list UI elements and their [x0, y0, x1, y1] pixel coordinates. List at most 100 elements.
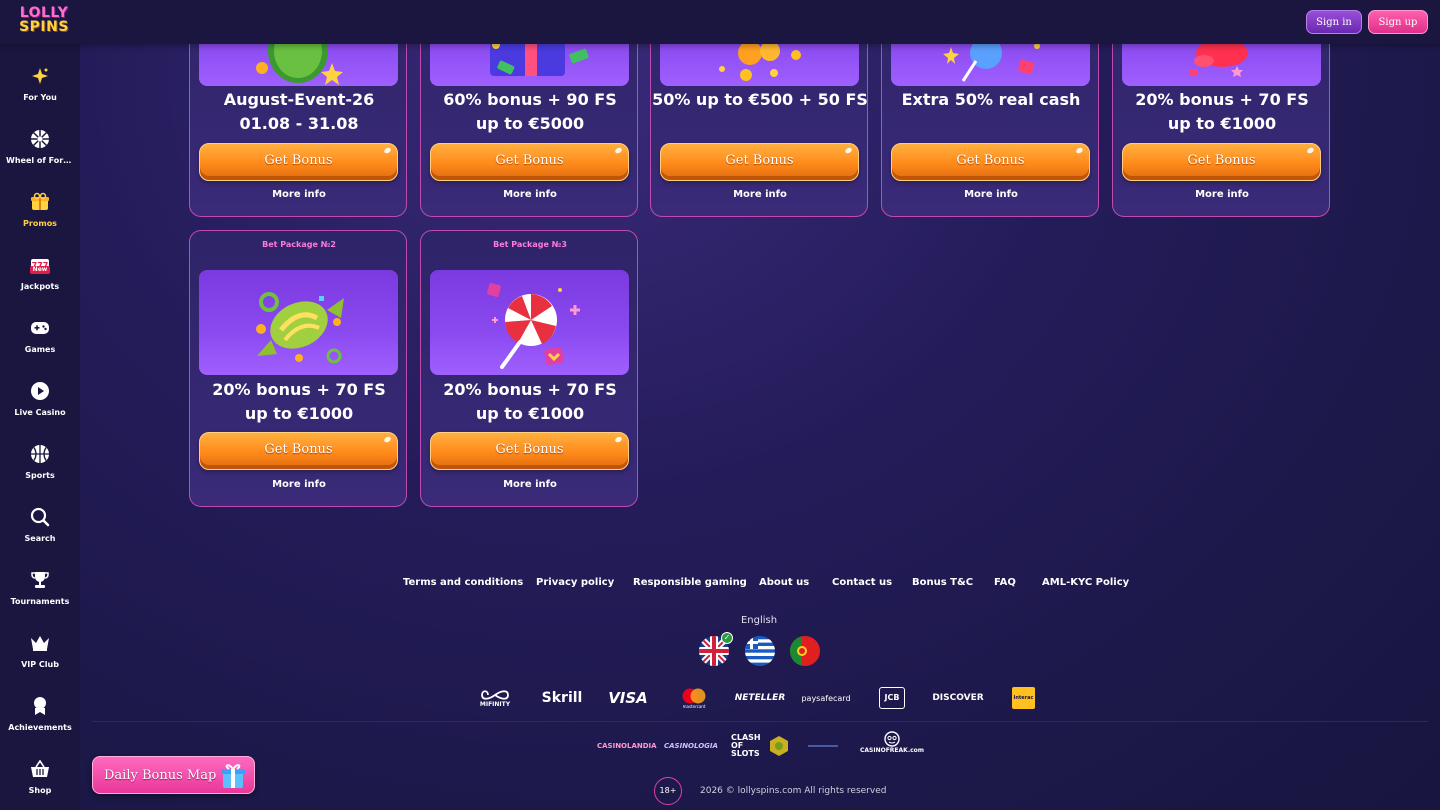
gift-icon	[30, 192, 50, 212]
current-language: English	[740, 615, 778, 626]
payment-jcb: JCB	[876, 685, 908, 711]
promo-category: Bet Package №2	[262, 240, 336, 249]
partner-clash-of-slots[interactable]: CLASH OF SLOTS	[731, 733, 791, 759]
site-logo[interactable]: LOLLY SPINS	[14, 6, 74, 38]
logo-line-2: SPINS	[19, 19, 69, 35]
footer-link-contact[interactable]: Contact us	[832, 577, 892, 588]
sidebar-item-achievements[interactable]: Achievements	[0, 696, 80, 752]
sidebar-label: VIP Club	[21, 660, 59, 669]
get-bonus-button[interactable]: Get Bonus	[199, 432, 398, 470]
partner-label: CASINOFREAK.com	[859, 747, 925, 754]
partner-casinolandia[interactable]: CASINOLANDIA	[597, 733, 657, 759]
footer-link-bonus-tc[interactable]: Bonus T&C	[912, 577, 973, 588]
sidebar-label: Sports	[25, 471, 55, 480]
promo-image-wrapped-candy	[199, 270, 398, 375]
selected-check-icon: ✓	[721, 632, 733, 644]
promo-image-swirl-lollipop	[430, 270, 629, 375]
sidebar-label: Shop	[28, 786, 52, 795]
sidebar-nav: For You Wheel of Fortune Promos 777 New …	[0, 44, 80, 810]
sidebar-item-games[interactable]: Games	[0, 318, 80, 374]
more-info-link[interactable]: More info	[190, 189, 408, 200]
payment-discover: DISCOVER	[932, 693, 984, 703]
copyright-text: 2026 © lollyspins.com All rights reserve…	[700, 786, 887, 796]
partner-casinofreak[interactable]: CASINOFREAK.com	[859, 731, 925, 759]
basket-icon	[30, 759, 50, 779]
sidebar-label: Live Casino	[14, 408, 66, 417]
promo-subtitle: up to €1000	[1167, 114, 1277, 133]
footer-link-faq[interactable]: FAQ	[994, 577, 1016, 588]
promo-title: 20% bonus + 70 FS	[1135, 90, 1309, 109]
footer-link-about[interactable]: About us	[759, 577, 809, 588]
promo-title: 60% bonus + 90 FS	[443, 90, 617, 109]
promo-title: 20% bonus + 70 FS	[212, 380, 386, 399]
footer-link-responsible-gaming[interactable]: Responsible gaming	[633, 577, 747, 588]
get-bonus-button[interactable]: Get Bonus	[1122, 143, 1321, 181]
get-bonus-button[interactable]: Get Bonus	[430, 432, 629, 470]
sidebar-item-promos[interactable]: Promos	[0, 192, 80, 248]
sidebar-item-search[interactable]: Search	[0, 507, 80, 563]
payment-paysafecard: paysafecard	[801, 693, 851, 703]
promo-dates: 01.08 - 31.08	[239, 114, 359, 133]
promo-subtitle: up to €5000	[475, 114, 585, 133]
sidebar-item-wheel-of-fortune[interactable]: Wheel of Fortune	[0, 129, 80, 185]
more-info-link[interactable]: More info	[1113, 189, 1331, 200]
sidebar-item-tournaments[interactable]: Tournaments	[0, 570, 80, 626]
age-restriction-badge: 18+	[654, 777, 682, 805]
sidebar-label: Achievements	[8, 723, 72, 732]
search-icon	[30, 507, 50, 527]
more-info-link[interactable]: More info	[421, 479, 639, 490]
daily-bonus-label: Daily Bonus Map	[104, 768, 217, 783]
more-info-link[interactable]: More info	[651, 189, 869, 200]
daily-bonus-map-button[interactable]: Daily Bonus Map	[92, 756, 255, 794]
get-bonus-button[interactable]: Get Bonus	[891, 143, 1090, 181]
sidebar-item-vip-club[interactable]: VIP Club	[0, 633, 80, 689]
sidebar-item-for-you[interactable]: For You	[0, 66, 80, 122]
payment-visa: VISA	[608, 689, 648, 707]
promo-title: August-Event-26	[223, 90, 375, 109]
sidebar-label: Promos	[23, 219, 57, 228]
trophy-icon	[30, 570, 50, 590]
flag-greece-icon[interactable]	[745, 636, 775, 666]
play-icon	[30, 381, 50, 401]
top-header: LOLLY SPINS Sign in Sign up	[0, 0, 1440, 44]
gift-box-icon	[221, 764, 245, 788]
sidebar-label: Tournaments	[10, 597, 70, 606]
new-badge: New	[30, 266, 50, 274]
sidebar-label: Jackpots	[20, 282, 60, 291]
footer-link-aml-kyc[interactable]: AML-KYC Policy	[1042, 577, 1129, 588]
promo-card: Bet Package №3 20% bonus + 70 FS up to €…	[420, 230, 638, 507]
sign-up-button[interactable]: Sign up	[1368, 10, 1428, 34]
sidebar-item-sports[interactable]: Sports	[0, 444, 80, 500]
sidebar-item-shop[interactable]: Shop	[0, 759, 80, 810]
sidebar-item-jackpots[interactable]: 777 New Jackpots	[0, 255, 80, 311]
partner-small-logo-icon[interactable]	[808, 733, 844, 759]
payment-mastercard: mastercard	[677, 686, 711, 710]
get-bonus-button[interactable]: Get Bonus	[199, 143, 398, 181]
more-info-link[interactable]: More info	[190, 479, 408, 490]
sidebar-item-live-casino[interactable]: Live Casino	[0, 381, 80, 437]
promo-title: 20% bonus + 70 FS	[443, 380, 617, 399]
get-bonus-button[interactable]: Get Bonus	[430, 143, 629, 181]
payment-label: MIFINITY	[479, 700, 511, 708]
promo-card: Bet Package №2 20% bonus + 70 FS up to €…	[189, 230, 407, 507]
sparkle-icon	[30, 66, 50, 86]
payment-label: JCB	[879, 687, 905, 709]
partner-label: CLASH OF SLOTS	[731, 733, 761, 758]
promo-category: Bet Package №3	[493, 240, 567, 249]
payment-skrill: Skrill	[541, 690, 583, 706]
promo-title: Extra 50% real cash	[901, 90, 1081, 109]
flag-portugal-icon[interactable]	[790, 636, 820, 666]
wheel-icon	[30, 129, 50, 149]
logo-line-1: LOLLY	[19, 5, 69, 21]
more-info-link[interactable]: More info	[421, 189, 639, 200]
promo-subtitle: up to €1000	[244, 404, 354, 423]
get-bonus-button[interactable]: Get Bonus	[660, 143, 859, 181]
payment-neteller: NETELLER	[734, 693, 786, 703]
payment-mifinity: MIFINITY	[478, 688, 512, 708]
sidebar-label: For You	[23, 93, 57, 102]
sign-in-button[interactable]: Sign in	[1306, 10, 1362, 34]
partner-casinologia[interactable]: CASINOLOGIA	[664, 733, 724, 759]
footer-link-terms[interactable]: Terms and conditions	[403, 577, 523, 588]
more-info-link[interactable]: More info	[882, 189, 1100, 200]
footer-link-privacy[interactable]: Privacy policy	[536, 577, 614, 588]
